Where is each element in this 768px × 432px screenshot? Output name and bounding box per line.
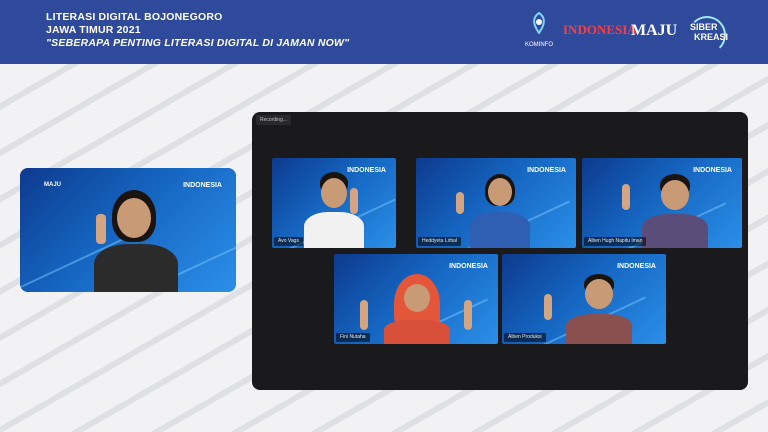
face bbox=[585, 279, 613, 309]
face bbox=[661, 180, 689, 210]
self-brand-right: INDONESIA bbox=[183, 182, 222, 189]
event-title: LITERASI DIGITAL BOJONEGORO bbox=[46, 11, 223, 23]
tile-brand: INDONESIA bbox=[617, 263, 656, 270]
participant-tile-2[interactable]: INDONESIA Heddyeta Lirbal bbox=[416, 158, 576, 248]
event-header-banner: LITERASI DIGITAL BOJONEGORO JAWA TIMUR 2… bbox=[0, 0, 768, 64]
kominfo-icon bbox=[533, 12, 545, 34]
torso bbox=[470, 212, 530, 248]
participant-name: Fini Nutaha bbox=[336, 333, 370, 342]
maju-label: MAJU bbox=[631, 22, 678, 39]
event-theme: "SEBERAPA PENTING LITERASI DIGITAL DI JA… bbox=[46, 37, 350, 49]
participant-tile-4[interactable]: INDONESIA Fini Nutaha bbox=[334, 254, 498, 344]
kominfo-logo: KOMINFO bbox=[524, 10, 554, 54]
participant-tile-1[interactable]: INDONESIA Avo Vags bbox=[272, 158, 396, 248]
participant-figure bbox=[640, 174, 710, 248]
face bbox=[321, 178, 347, 208]
torso bbox=[94, 244, 178, 292]
torso bbox=[304, 212, 364, 248]
participant-tile-3[interactable]: INDONESIA Alben Hugh Napitu Iman bbox=[582, 158, 742, 248]
self-brand-left: MAJU bbox=[44, 182, 62, 188]
kreasi-label: KREASI bbox=[694, 32, 729, 42]
siberkreasi-logo: SIBER KREASI bbox=[684, 12, 730, 54]
face bbox=[117, 198, 151, 238]
hand-gesture bbox=[464, 300, 472, 330]
indonesia-label: INDONESIA bbox=[563, 22, 637, 37]
self-video-feed: MAJU INDONESIA bbox=[20, 168, 236, 292]
kominfo-label: KOMINFO bbox=[525, 42, 553, 48]
tile-brand: INDONESIA bbox=[693, 167, 732, 174]
participant-name: Avo Vags bbox=[274, 237, 303, 246]
tile-brand: INDONESIA bbox=[449, 263, 488, 270]
hand-gesture bbox=[544, 294, 552, 320]
hand-gesture bbox=[456, 192, 464, 214]
siber-label: SIBER bbox=[690, 22, 718, 32]
torso bbox=[642, 214, 708, 248]
recording-indicator: Recording... bbox=[256, 115, 291, 125]
indonesia-maju-logo: INDONESIA MAJU bbox=[563, 18, 681, 48]
participant-figure bbox=[564, 274, 634, 344]
participant-tile-5[interactable]: INDONESIA Alben Produksi bbox=[502, 254, 666, 344]
face bbox=[404, 284, 430, 312]
tile-brand: INDONESIA bbox=[527, 167, 566, 174]
hand-gesture bbox=[96, 214, 106, 244]
meeting-gallery-panel: Recording... INDONESIA Avo Vags INDONESI… bbox=[252, 112, 748, 390]
torso bbox=[566, 314, 632, 344]
hand-gesture bbox=[350, 188, 358, 214]
hand-gesture bbox=[360, 300, 368, 330]
event-subtitle: JAWA TIMUR 2021 bbox=[46, 24, 141, 36]
hand-gesture bbox=[622, 184, 630, 210]
self-video-tile[interactable]: MAJU INDONESIA bbox=[20, 168, 236, 292]
participant-figure bbox=[380, 274, 454, 344]
participant-name: Heddyeta Lirbal bbox=[418, 237, 462, 246]
torso bbox=[384, 320, 450, 344]
face bbox=[488, 178, 512, 206]
participant-name: Alben Produksi bbox=[504, 333, 546, 342]
participant-figure bbox=[468, 174, 532, 248]
participant-name: Alben Hugh Napitu Iman bbox=[584, 237, 647, 246]
